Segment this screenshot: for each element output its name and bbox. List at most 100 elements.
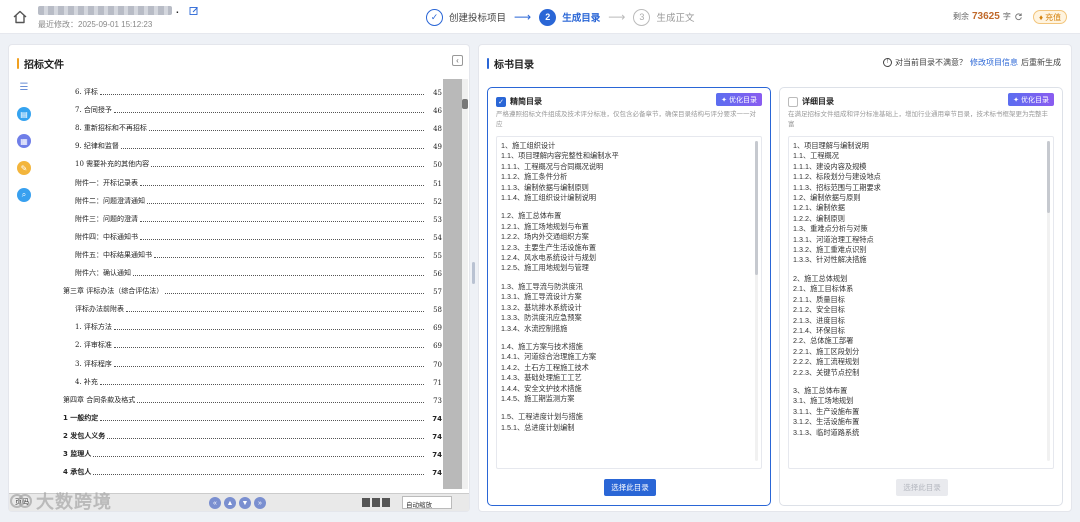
toc-page-number: 74 [432,432,442,441]
outline-list: 1、施工组织设计 1.1、项目理解内容完整性和编制水平 1.1.1、工程概况与合同概… [501,141,749,433]
toc-page-number: 46 [433,107,442,116]
outline-item: 2.2.2、施工流程规划 [793,357,860,367]
outline-item: 1.2.3、主要生产生活设施布置 [501,242,597,252]
outline-item: 1.2.4、风水电系统设计与规划 [501,253,597,263]
outline-list-box[interactable]: 1、施工组织设计 1.1、项目理解内容完整性和编制水平 1.1.1、工程概况与合同概… [496,136,762,469]
outline-item: 1.1.2、标段划分与建设地点 [793,172,881,182]
progress-steps: ✓ 创建投标项目 ⟶ 2 生成目录 ⟶ 3 生成正文 [426,7,694,27]
edit-project-info-link[interactable]: 修改项目信息 [970,57,1018,68]
view-mode-buttons [362,498,390,507]
single-page-icon[interactable] [362,498,370,507]
toc-leader-dots [113,112,424,114]
outline-item: 2.1.1、质量目标 [793,294,845,304]
hint-prefix: 对当前目录不满意？ [895,58,967,67]
remaining-quota: 剩余 73625 字 [953,11,1023,22]
outline-item: 1.2.1、施工场地规划与布置 [501,221,589,231]
optimize-outline-button[interactable]: ✦ 优化目录 [716,93,762,106]
toc-label: 9. 纪律和监督 [75,142,119,151]
toc-row: 1 一般约定 74 [49,405,442,423]
scroll-thumb[interactable] [755,141,758,275]
toc-leader-dots [137,401,424,403]
outline-item: 1.2.2、编制原则 [793,213,845,223]
project-name-redacted [38,6,172,15]
step-2-number: 2 [539,8,557,26]
refresh-icon[interactable] [1014,12,1023,21]
step-arrow-icon: ⟶ [608,10,626,24]
toc-label: 8. 重新招标和不再招标 [75,124,147,133]
step-2-label[interactable]: 生成目录 [562,10,600,24]
toc-leader-dots [120,148,424,150]
outline-list: 1、项目理解与编制说明 1.1、工程概况 1.1.1、建设内容及规模 1.1.2、标段… [793,141,1041,438]
outline-spacer [793,266,1041,274]
recharge-button[interactable]: ♦ 充值 [1033,10,1068,24]
panel-title: 招标文件 [17,56,64,71]
toc-row: 2 发包人义务 74 [49,423,442,441]
toc-row: 1. 评标方法 69 [49,314,442,332]
pencil-icon[interactable]: ✎ [17,161,31,175]
outline-scrollbar[interactable] [755,141,758,461]
toc-leader-dots [113,347,424,349]
edit-icon[interactable] [189,6,199,16]
scroll-thumb[interactable] [462,99,468,109]
pdf-page[interactable]: 6. 评标 45 7. 合同授予 46 8. 重新招标和不再招标 48 9. 纪律和监督 49… [49,79,442,489]
next-page-icon[interactable]: ▼ [239,497,251,509]
select-outline-button[interactable]: 选择此目录 [604,479,656,496]
detailed-outline-checkbox[interactable] [788,96,798,107]
collapse-panel-button[interactable]: ‹ [452,55,463,66]
first-page-icon[interactable]: « [209,497,221,509]
detailed-outline-card[interactable]: 详细目录 ✦ 优化目录 在满足招标文件组成和评分标准基础上，增加行业通用章节目录… [779,87,1063,506]
search-icon[interactable]: ⌕ [17,188,31,202]
step-3-number: 3 [633,8,651,26]
top-header: . 最近修改：2025-09-01 15:12:23 ✓ 创建投标项目 ⟶ 2 … [0,0,1080,34]
toc-label: 附件六：确认通知 [75,269,131,277]
last-modified: 最近修改：2025-09-01 15:12:23 [38,20,153,29]
toc-page-number: 74 [432,414,442,423]
prev-page-icon[interactable]: ▲ [224,497,236,509]
scroll-thumb[interactable] [1047,141,1050,213]
toc-label: 评标办法前附表 [75,305,124,314]
step-1-check-icon: ✓ [426,8,443,26]
toc-page-number: 58 [433,306,442,315]
toc-page-number: 57 [433,288,442,297]
outline-item: 2.1.2、安全目标 [793,305,845,315]
outline-item: 2.1.4、环保目标 [793,325,845,335]
last-page-icon[interactable]: » [254,497,266,509]
toc-row: 第三章 评标办法（综合评估法） 57 [49,278,442,296]
info-icon: ! [883,58,892,67]
scroll-page-icon[interactable] [382,498,390,507]
step-arrow-icon: ⟶ [514,10,532,24]
toc-label: 附件三：问题的澄清 [75,214,138,223]
toc-label: 3 监理人 [63,450,92,458]
pdf-scrollbar[interactable] [462,79,468,489]
outline-menu-icon[interactable]: ☰ [17,80,31,94]
outline-list-box[interactable]: 1、项目理解与编制说明 1.1、工程概况 1.1.1、建设内容及规模 1.1.2、标段… [788,136,1054,469]
card-title: 详细目录 [802,97,834,106]
sparkle-icon: ✦ [1013,96,1019,104]
document-icon[interactable]: ▤ [17,107,31,121]
outline-item: 1.3.3、防洪度汛应急预案 [501,313,582,323]
select-outline-button[interactable]: 选择此目录 [896,479,948,496]
grid-icon[interactable]: ▦ [17,134,31,148]
toc-leader-dots [126,311,424,313]
panel-splitter-handle[interactable] [472,262,475,284]
outline-spacer [501,203,749,211]
toc-label: 2 发包人义务 [63,431,106,440]
outline-scrollbar[interactable] [1047,141,1050,461]
optimize-label: 优化目录 [729,96,757,104]
toc-row: 3. 评标程序 70 [49,351,442,369]
remaining-label: 剩余 [953,12,969,21]
outline-spacer [793,378,1041,386]
project-title: . [38,5,199,16]
title-accent-bar [17,58,19,69]
double-page-icon[interactable] [372,498,380,507]
concise-outline-card[interactable]: ✓ 精简目录 ✦ 优化目录 严格遵照招标文件组成及技术评分标准，仅包含必备章节，… [487,87,771,506]
concise-outline-checkbox[interactable]: ✓ [496,96,506,107]
zoom-select[interactable]: 自动缩放 [402,496,452,509]
home-icon[interactable] [12,9,28,25]
step-1-label[interactable]: 创建投标项目 [449,10,506,24]
optimize-outline-button[interactable]: ✦ 优化目录 [1008,93,1054,106]
toc-leader-dots [133,275,424,276]
outline-item: 1、施工组织设计 [501,141,556,150]
outline-item: 1.4、施工方案与技术措施 [501,341,583,351]
toc-label: 3. 评标程序 [75,359,112,368]
